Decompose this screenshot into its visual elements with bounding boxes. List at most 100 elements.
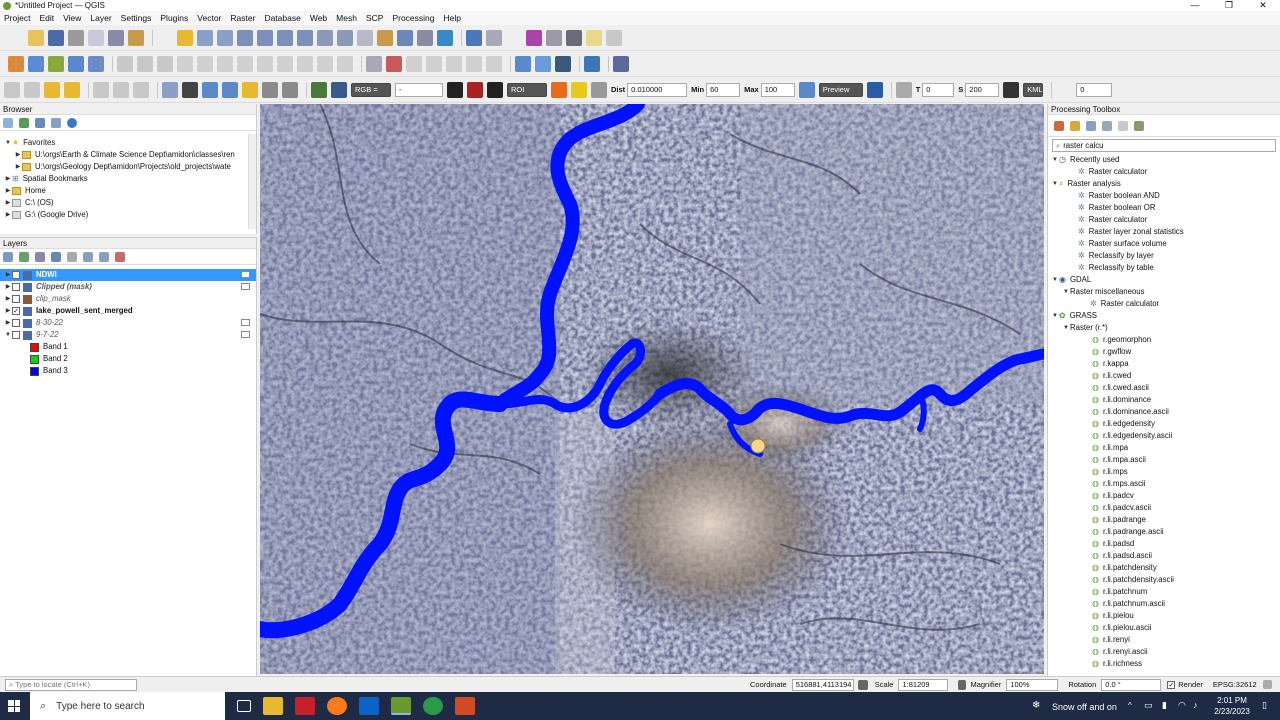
max-field[interactable]: 100 xyxy=(760,82,795,97)
select-cursor-icon[interactable] xyxy=(182,81,198,98)
open-layer-styling-icon[interactable] xyxy=(3,251,13,262)
maximize-button[interactable]: ❐ xyxy=(1212,0,1246,11)
zoom-in-icon[interactable] xyxy=(197,29,213,46)
label-tool-icon[interactable] xyxy=(366,55,382,72)
zoom-to-roi-icon[interactable] xyxy=(487,81,503,98)
kml-button[interactable]: KML xyxy=(1023,82,1044,97)
toolbox-algorithm[interactable]: ◍ r.kappa xyxy=(1048,358,1280,370)
expand-arrow-icon[interactable]: ▶ xyxy=(4,293,12,305)
temporal-controller-icon[interactable] xyxy=(417,29,433,46)
preview-button[interactable]: Preview xyxy=(818,82,863,97)
toolbox-algorithm[interactable]: ◍ r.li.padrange.ascii xyxy=(1048,526,1280,538)
data-source-manager-icon[interactable] xyxy=(8,55,24,72)
toolbox-group[interactable]: ▼ ◷ Recently used xyxy=(1048,154,1280,166)
statistical-summary-icon[interactable] xyxy=(526,29,542,46)
roi-pointer-icon[interactable] xyxy=(551,81,567,98)
refresh-map-icon[interactable] xyxy=(437,29,453,46)
collapse-arrow-icon[interactable]: ▼ xyxy=(1051,310,1059,322)
layer-item[interactable]: ▼ 9-7-22 xyxy=(0,329,256,341)
collapse-all-layers-icon[interactable] xyxy=(99,251,109,262)
toolbox-search-input[interactable]: raster calcu xyxy=(1063,141,1103,150)
vertex-tool-icon[interactable] xyxy=(197,55,213,72)
change-label-icon[interactable] xyxy=(486,55,502,72)
collapse-arrow-icon[interactable]: ▼ xyxy=(1051,274,1059,286)
new-annotation-icon[interactable] xyxy=(606,29,622,46)
layer-item[interactable]: ▶ ✓ lake_powell_sent_merged xyxy=(0,305,256,317)
expand-arrow-icon[interactable]: ▶ xyxy=(4,185,12,197)
paste-features-icon[interactable] xyxy=(297,55,313,72)
toolbox-algorithm[interactable]: ◍ r.li.pielou.ascii xyxy=(1048,622,1280,634)
task-view-icon[interactable] xyxy=(237,700,251,712)
toolbox-algorithm[interactable]: ◍ r.li.patchdensity xyxy=(1048,562,1280,574)
toolbox-algorithm[interactable]: ◍ r.li.patchnum xyxy=(1048,586,1280,598)
show-bookmarks-icon[interactable] xyxy=(397,29,413,46)
remove-layer-icon[interactable] xyxy=(115,251,125,262)
layer-visibility-checkbox[interactable]: ✓ xyxy=(12,307,20,315)
toolbox-group[interactable]: ▼ ⌕ Raster analysis xyxy=(1048,178,1280,190)
local-cumulative-stretch-icon[interactable] xyxy=(467,81,483,98)
collapse-arrow-icon[interactable]: ▼ xyxy=(4,137,12,149)
auto-refresh-roi-icon[interactable] xyxy=(591,81,607,98)
browser-item[interactable]: ▶ G:\ (Google Drive) xyxy=(0,209,256,221)
redo-icon[interactable] xyxy=(337,55,353,72)
collapse-arrow-icon[interactable]: ▼ xyxy=(1051,178,1059,190)
messages-icon[interactable] xyxy=(1262,680,1272,689)
new-spatial-bookmark-icon[interactable] xyxy=(377,29,393,46)
draw-line-icon[interactable] xyxy=(222,81,238,98)
menu-raster[interactable]: Raster xyxy=(230,13,255,23)
notifications-icon[interactable]: ▯ xyxy=(1262,700,1267,711)
rgb-combo[interactable]: - xyxy=(395,82,443,97)
show-hide-labels-icon[interactable] xyxy=(426,55,442,72)
acrobat-icon[interactable] xyxy=(295,697,315,715)
zoom-to-selection-icon[interactable] xyxy=(257,29,273,46)
layer-visibility-checkbox[interactable]: ✓ xyxy=(12,271,20,279)
toolbox-algorithm[interactable]: ✲ Raster calculator xyxy=(1048,298,1280,310)
firefox-icon[interactable] xyxy=(327,697,347,715)
new-temporary-layer-icon[interactable] xyxy=(68,55,84,72)
scale-field[interactable]: 1:81209 xyxy=(898,678,949,691)
collapse-arrow-icon[interactable]: ▼ xyxy=(1051,154,1059,166)
zoom-to-layer-icon[interactable] xyxy=(277,29,293,46)
new-map-view-icon[interactable] xyxy=(357,29,373,46)
toolbox-algorithm[interactable]: ◍ r.geomorphon xyxy=(1048,334,1280,346)
print-layout-icon[interactable] xyxy=(88,29,104,46)
system-tray-chevron-icon[interactable]: ^ xyxy=(1128,701,1132,710)
expand-all-icon[interactable] xyxy=(83,251,93,262)
scp-dock-icon[interactable] xyxy=(555,55,571,72)
file-explorer-icon[interactable] xyxy=(263,697,283,715)
snow-weather-icon[interactable]: ❄ xyxy=(1032,700,1040,711)
zoom-next-icon[interactable] xyxy=(337,29,353,46)
toolbox-algorithm[interactable]: ◍ r.gwflow xyxy=(1048,346,1280,358)
browser-item[interactable]: ▶ U:\orgs\Geology Dept\amidon\Projects\ol… xyxy=(0,161,256,173)
toolbox-algorithm[interactable]: ✲ Raster calculator xyxy=(1048,214,1280,226)
browser-item[interactable]: ▶ ⊞ Spatial Bookmarks xyxy=(0,173,256,185)
new-geopackage-icon[interactable] xyxy=(28,55,44,72)
toolbox-algorithm[interactable]: ✲ Reclassify by layer xyxy=(1048,250,1280,262)
save-as-icon[interactable] xyxy=(68,29,84,46)
browser-item[interactable]: ▶ C:\ (OS) xyxy=(0,197,256,209)
rgb-label[interactable]: RGB = xyxy=(351,82,391,97)
render-checkbox[interactable]: ✓ xyxy=(1167,680,1176,689)
rotation-field[interactable]: 0.0 ° xyxy=(1101,678,1162,691)
magnifier-field[interactable]: 100% xyxy=(1006,678,1059,691)
outlook-icon[interactable] xyxy=(359,697,379,715)
taskbar-clock[interactable]: 2:01 PM 2/23/2023 xyxy=(1208,695,1256,717)
select-location-icon[interactable] xyxy=(64,81,80,98)
browser-item[interactable]: ▶ U:\orgs\Earth & Climate Science Dept\am… xyxy=(0,149,256,161)
modify-attributes-icon[interactable] xyxy=(217,55,233,72)
zoom-preview-icon[interactable] xyxy=(798,81,815,98)
expand-arrow-icon[interactable]: ▶ xyxy=(4,209,12,221)
toolbox-algorithm[interactable]: ◍ r.li.dominance.ascii xyxy=(1048,406,1280,418)
delete-rasters-icon[interactable] xyxy=(1003,81,1020,98)
toolbox-algorithm[interactable]: ◍ r.li.renyi xyxy=(1048,634,1280,646)
toolbox-algorithm[interactable]: ◍ r.li.padsd.ascii xyxy=(1048,550,1280,562)
min-field[interactable]: 60 xyxy=(706,82,741,97)
field-calc-icon[interactable] xyxy=(93,81,109,98)
new-project-icon[interactable] xyxy=(8,30,24,46)
manage-map-themes-icon[interactable] xyxy=(35,251,45,262)
expand-arrow-icon[interactable]: ▶ xyxy=(4,197,12,209)
measure-line-icon[interactable] xyxy=(566,29,582,46)
toolbox-algorithm[interactable]: ◍ r.li.padcv xyxy=(1048,490,1280,502)
band-set-field[interactable]: 0 xyxy=(1076,82,1113,97)
toolbox-algorithm[interactable]: ◍ r.li.padsd xyxy=(1048,538,1280,550)
